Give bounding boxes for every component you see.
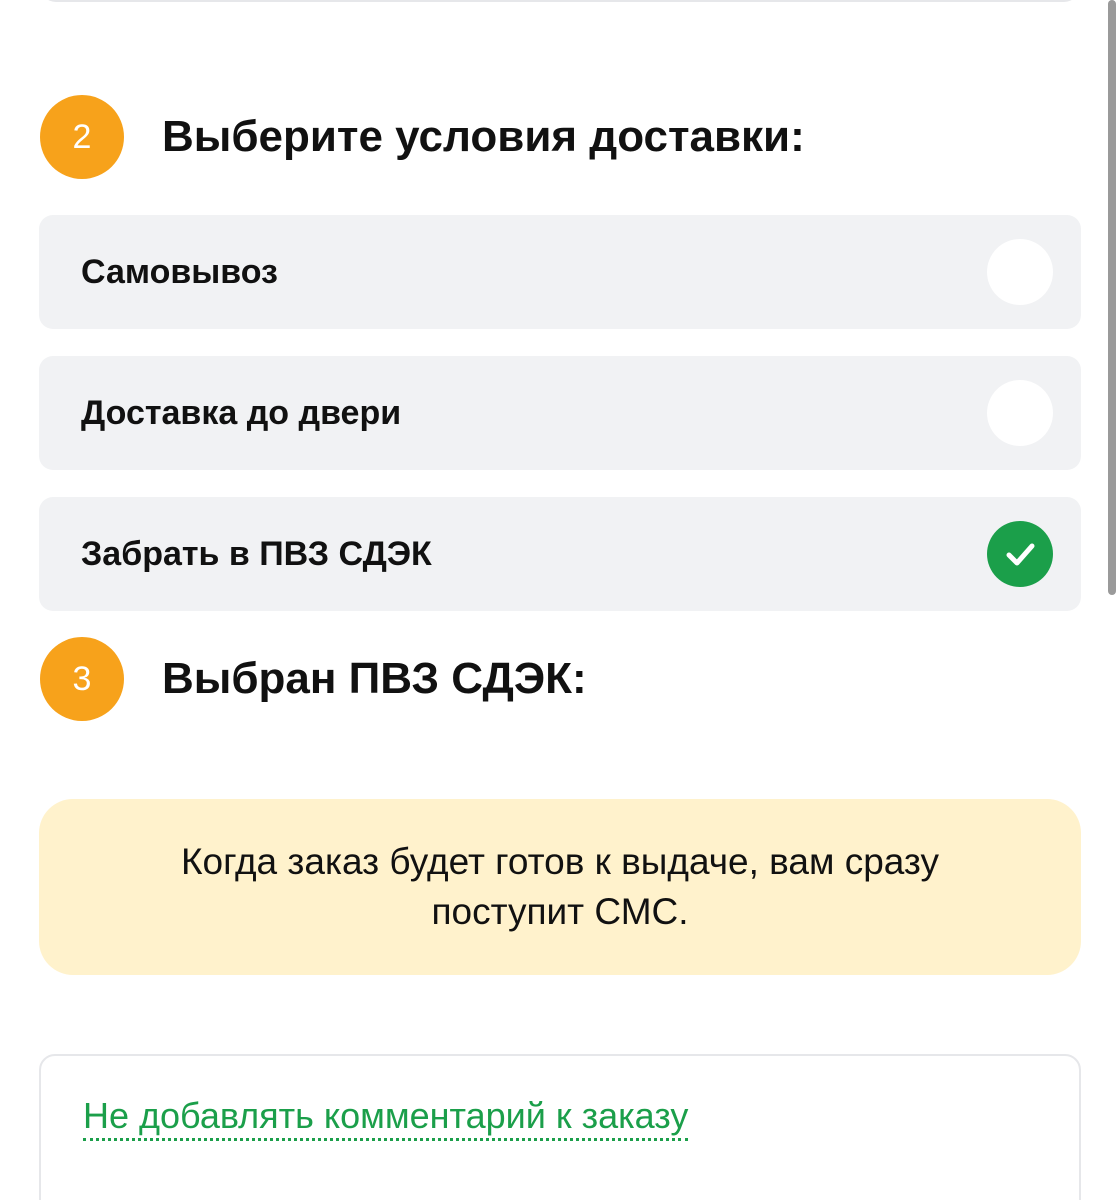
delivery-option-pickup[interactable]: Самовывоз [39,215,1081,329]
no-comment-link[interactable]: Не добавлять комментарий к заказу [83,1094,689,1141]
step-3-title: Выбран ПВЗ СДЭК: [162,654,587,703]
previous-section-card [40,0,1080,2]
delivery-option-label: Доставка до двери [81,393,402,432]
sms-notice-text: Когда заказ будет готов к выдаче, вам ср… [181,841,939,932]
step-3-header: 3 Выбран ПВЗ СДЭК: [40,637,587,721]
sms-notice: Когда заказ будет готов к выдаче, вам ср… [39,799,1081,975]
comment-card: Не добавлять комментарий к заказу [39,1054,1081,1200]
delivery-page: 2 Выберите условия доставки: Самовывоз Д… [0,0,1120,1200]
step-2-badge: 2 [40,95,124,179]
checkmark-icon[interactable] [987,521,1053,587]
radio-unchecked-icon[interactable] [987,239,1053,305]
delivery-option-label: Забрать в ПВЗ СДЭК [81,534,432,573]
scrollbar[interactable] [1108,0,1116,595]
step-3-badge: 3 [40,637,124,721]
step-2-title: Выберите условия доставки: [162,112,805,161]
delivery-option-label: Самовывоз [81,252,278,291]
delivery-option-door[interactable]: Доставка до двери [39,356,1081,470]
step-2-header: 2 Выберите условия доставки: [40,95,805,179]
delivery-option-cdek-pvz[interactable]: Забрать в ПВЗ СДЭК [39,497,1081,611]
radio-unchecked-icon[interactable] [987,380,1053,446]
